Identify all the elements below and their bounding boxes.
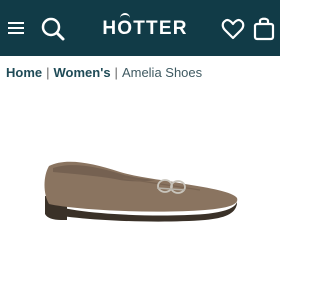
product-image-area bbox=[0, 88, 280, 300]
breadcrumb-separator: | bbox=[114, 64, 118, 80]
hamburger-menu-icon[interactable] bbox=[6, 17, 28, 39]
brand-logo-part: TTER bbox=[133, 18, 188, 39]
brand-logo[interactable]: H O TTER bbox=[102, 13, 188, 43]
shopping-bag-icon[interactable] bbox=[250, 14, 278, 44]
product-shoe-image[interactable] bbox=[35, 148, 245, 228]
breadcrumb-home[interactable]: Home bbox=[6, 65, 42, 80]
brand-logo-part: O bbox=[117, 18, 134, 39]
breadcrumb-current: Amelia Shoes bbox=[121, 64, 203, 80]
brand-logo-part: H bbox=[102, 18, 118, 39]
breadcrumb-separator: | bbox=[46, 64, 50, 80]
site-header: H O TTER bbox=[0, 0, 280, 56]
brand-logo-mark bbox=[120, 13, 131, 19]
brand-logo-o: O bbox=[117, 13, 134, 40]
search-icon[interactable] bbox=[38, 14, 68, 44]
heart-icon[interactable] bbox=[219, 15, 247, 43]
breadcrumb: Home | Women's | Amelia Shoes bbox=[6, 64, 202, 80]
breadcrumb-womens[interactable]: Women's bbox=[54, 65, 111, 80]
